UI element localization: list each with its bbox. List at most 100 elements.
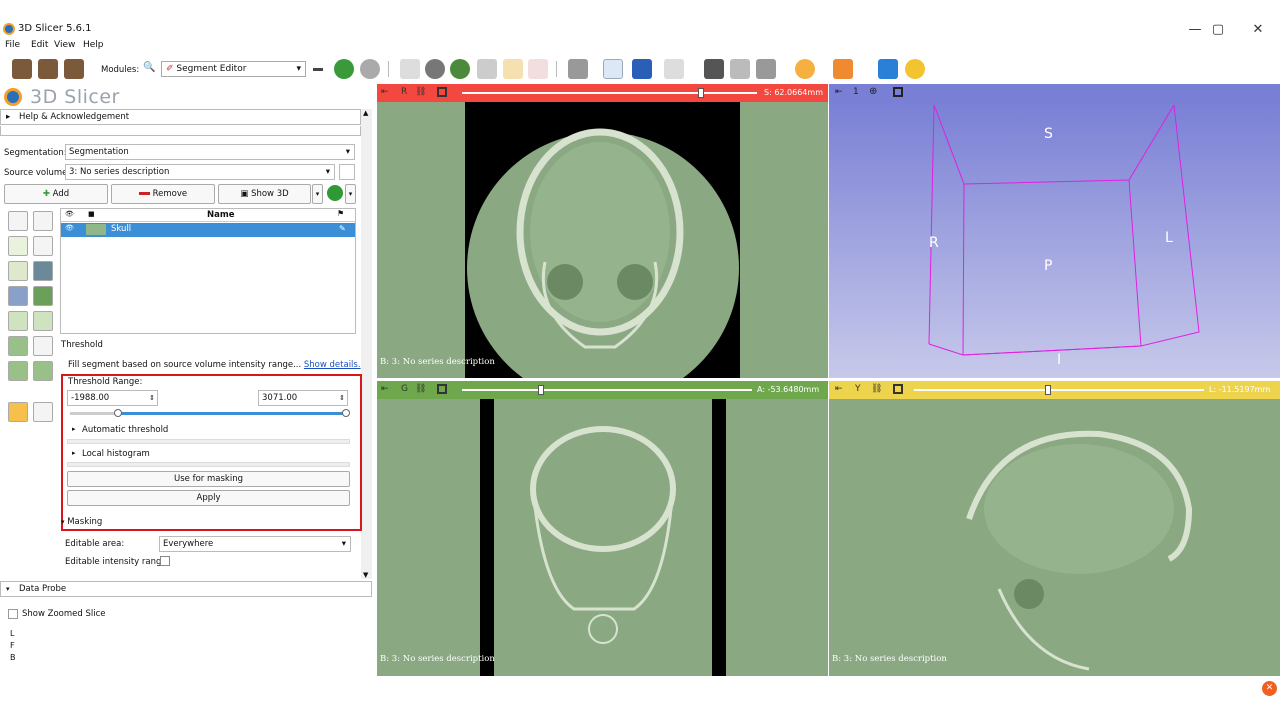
range-min-handle[interactable]	[114, 409, 122, 417]
pin-icon[interactable]: ⇤	[381, 384, 389, 394]
range-slider-track[interactable]	[70, 409, 350, 417]
undo-icon[interactable]	[8, 402, 28, 422]
segment-name[interactable]: Skull	[111, 224, 131, 234]
center-icon[interactable]: ⊕	[869, 86, 877, 97]
fill-between-slices-tool-icon[interactable]	[33, 286, 53, 306]
link-icon[interactable]: ⛓	[415, 384, 426, 394]
apply-button[interactable]: Apply	[67, 490, 350, 506]
slider-thumb[interactable]	[538, 385, 544, 395]
markups-module-icon[interactable]	[503, 59, 523, 79]
segments-table[interactable]: 👁 ■ Name ⚑ 👁 Skull ✎	[60, 208, 356, 334]
slice-offset-slider[interactable]	[914, 385, 1204, 395]
show-zoomed-checkbox[interactable]	[8, 609, 18, 619]
maximize-view-icon[interactable]	[893, 87, 903, 97]
crosshair-icon[interactable]	[795, 59, 815, 79]
layout-icon[interactable]	[568, 59, 588, 79]
pin-icon[interactable]: ⇤	[835, 87, 843, 97]
scroll-down-icon[interactable]: ▼	[363, 571, 368, 579]
crosshair-toggle-icon[interactable]	[664, 59, 684, 79]
show-3d-button[interactable]: ▣ Show 3D	[218, 184, 311, 204]
add-segment-button[interactable]: ✚ Add	[4, 184, 108, 204]
link-icon[interactable]: ⛓	[871, 384, 882, 394]
show-details-link[interactable]: Show details.	[304, 360, 361, 370]
place-fiducial-icon[interactable]	[632, 59, 652, 79]
maximize-view-icon[interactable]	[437, 87, 447, 97]
forward-arrow-icon[interactable]	[360, 59, 380, 79]
transforms-module-icon[interactable]	[477, 59, 497, 79]
masking-section-header[interactable]: ▾ Masking	[61, 517, 102, 527]
spin-arrows-icon[interactable]: ⇕	[149, 391, 155, 405]
erase-tool-icon[interactable]	[8, 261, 28, 281]
module-history-icon[interactable]	[313, 68, 323, 71]
view-link-icon[interactable]	[756, 59, 776, 79]
segmentation-selector[interactable]: Segmentation ▾	[65, 144, 355, 160]
editable-area-selector[interactable]: Everywhere ▾	[159, 536, 351, 552]
dicom-icon[interactable]	[38, 59, 58, 79]
level-tracing-tool-icon[interactable]	[33, 261, 53, 281]
pointer-icon[interactable]	[603, 59, 623, 79]
close-button[interactable]: ✕	[1243, 21, 1273, 39]
threshold-min-input[interactable]: -1988.00 ⇕	[67, 390, 158, 406]
scroll-up-icon[interactable]: ▲	[363, 109, 368, 117]
slider-thumb[interactable]	[1045, 385, 1051, 395]
menu-view[interactable]: View	[54, 40, 75, 50]
eye-icon[interactable]: 👁	[65, 224, 74, 232]
grow-from-seeds-tool-icon[interactable]	[8, 286, 28, 306]
3d-view[interactable]: ⇤ 1 ⊕ S R L P I	[829, 84, 1280, 378]
none-tool-icon[interactable]	[8, 211, 28, 231]
source-volume-selector[interactable]: 3: No series description ▾	[65, 164, 335, 180]
models-module-icon[interactable]	[450, 59, 470, 79]
load-data-icon[interactable]	[12, 59, 32, 79]
islands-tool-icon[interactable]	[8, 361, 28, 381]
back-arrow-icon[interactable]	[334, 59, 354, 79]
spin-arrows-icon[interactable]: ⇕	[339, 391, 345, 405]
threshold-tool-icon[interactable]	[33, 211, 53, 231]
range-max-handle[interactable]	[342, 409, 350, 417]
next-dropdown[interactable]: ▾	[345, 184, 356, 204]
logical-operators-tool-icon[interactable]	[33, 361, 53, 381]
yellow-slice-view[interactable]: ⇤ Y ⛓ L: -11.5197mm B: 3: No series desc…	[829, 381, 1280, 676]
data-module-icon[interactable]	[400, 59, 420, 79]
margin-tool-icon[interactable]	[8, 311, 28, 331]
show-3d-dropdown[interactable]: ▾	[312, 184, 323, 204]
auto-threshold-section[interactable]: ▸ Automatic threshold	[67, 423, 350, 439]
slider-thumb[interactable]	[698, 88, 704, 98]
maximize-view-icon[interactable]	[437, 384, 447, 394]
table-row[interactable]: 👁 Skull ✎	[61, 223, 355, 237]
smoothing-tool-icon[interactable]	[8, 336, 28, 356]
maximize-view-icon[interactable]	[893, 384, 903, 394]
use-for-masking-button[interactable]: Use for masking	[67, 471, 350, 487]
extensions-icon[interactable]	[878, 59, 898, 79]
red-slice-view[interactable]: ⇤ R ⛓ S: 62.0664mm B: 3: No series descr…	[377, 84, 828, 378]
volume-options-icon[interactable]	[339, 164, 355, 180]
hollow-tool-icon[interactable]	[33, 311, 53, 331]
scissors-tool-icon[interactable]	[33, 336, 53, 356]
slice-offset-slider[interactable]	[462, 385, 752, 395]
pin-icon[interactable]: ⇤	[381, 87, 389, 97]
panel-scrollbar[interactable]: ▲ ▼	[361, 109, 372, 579]
menu-edit[interactable]: Edit	[31, 40, 48, 50]
data-probe-header[interactable]: ▾ Data Probe	[0, 581, 372, 597]
screenshot-icon[interactable]	[704, 59, 724, 79]
local-histogram-section[interactable]: ▸ Local histogram	[67, 447, 350, 463]
draw-tool-icon[interactable]	[33, 236, 53, 256]
maximize-button[interactable]: ▢	[1203, 21, 1233, 39]
next-arrow-icon[interactable]	[327, 185, 343, 201]
python-console-icon[interactable]	[905, 59, 925, 79]
link-icon[interactable]: ⛓	[415, 87, 426, 97]
module-selector[interactable]: ✐ Segment Editor ▾	[161, 61, 306, 77]
editable-intensity-checkbox[interactable]	[160, 556, 170, 566]
redo-icon[interactable]	[33, 402, 53, 422]
segment-color-swatch[interactable]	[86, 224, 106, 235]
paint-tool-icon[interactable]	[8, 236, 28, 256]
segment-editor-module-icon[interactable]	[528, 59, 548, 79]
save-icon[interactable]	[64, 59, 84, 79]
window-level-icon[interactable]	[833, 59, 853, 79]
remove-segment-button[interactable]: Remove	[111, 184, 215, 204]
green-slice-view[interactable]: ⇤ G ⛓ A: -53.6480mm B: 3: No series desc…	[377, 381, 828, 676]
module-search-icon[interactable]: 🔍	[143, 62, 155, 73]
slice-offset-slider[interactable]	[462, 88, 757, 98]
pin-icon[interactable]: ⇤	[835, 384, 843, 394]
volumes-module-icon[interactable]	[425, 59, 445, 79]
threshold-max-input[interactable]: 3071.00 ⇕	[258, 390, 348, 406]
